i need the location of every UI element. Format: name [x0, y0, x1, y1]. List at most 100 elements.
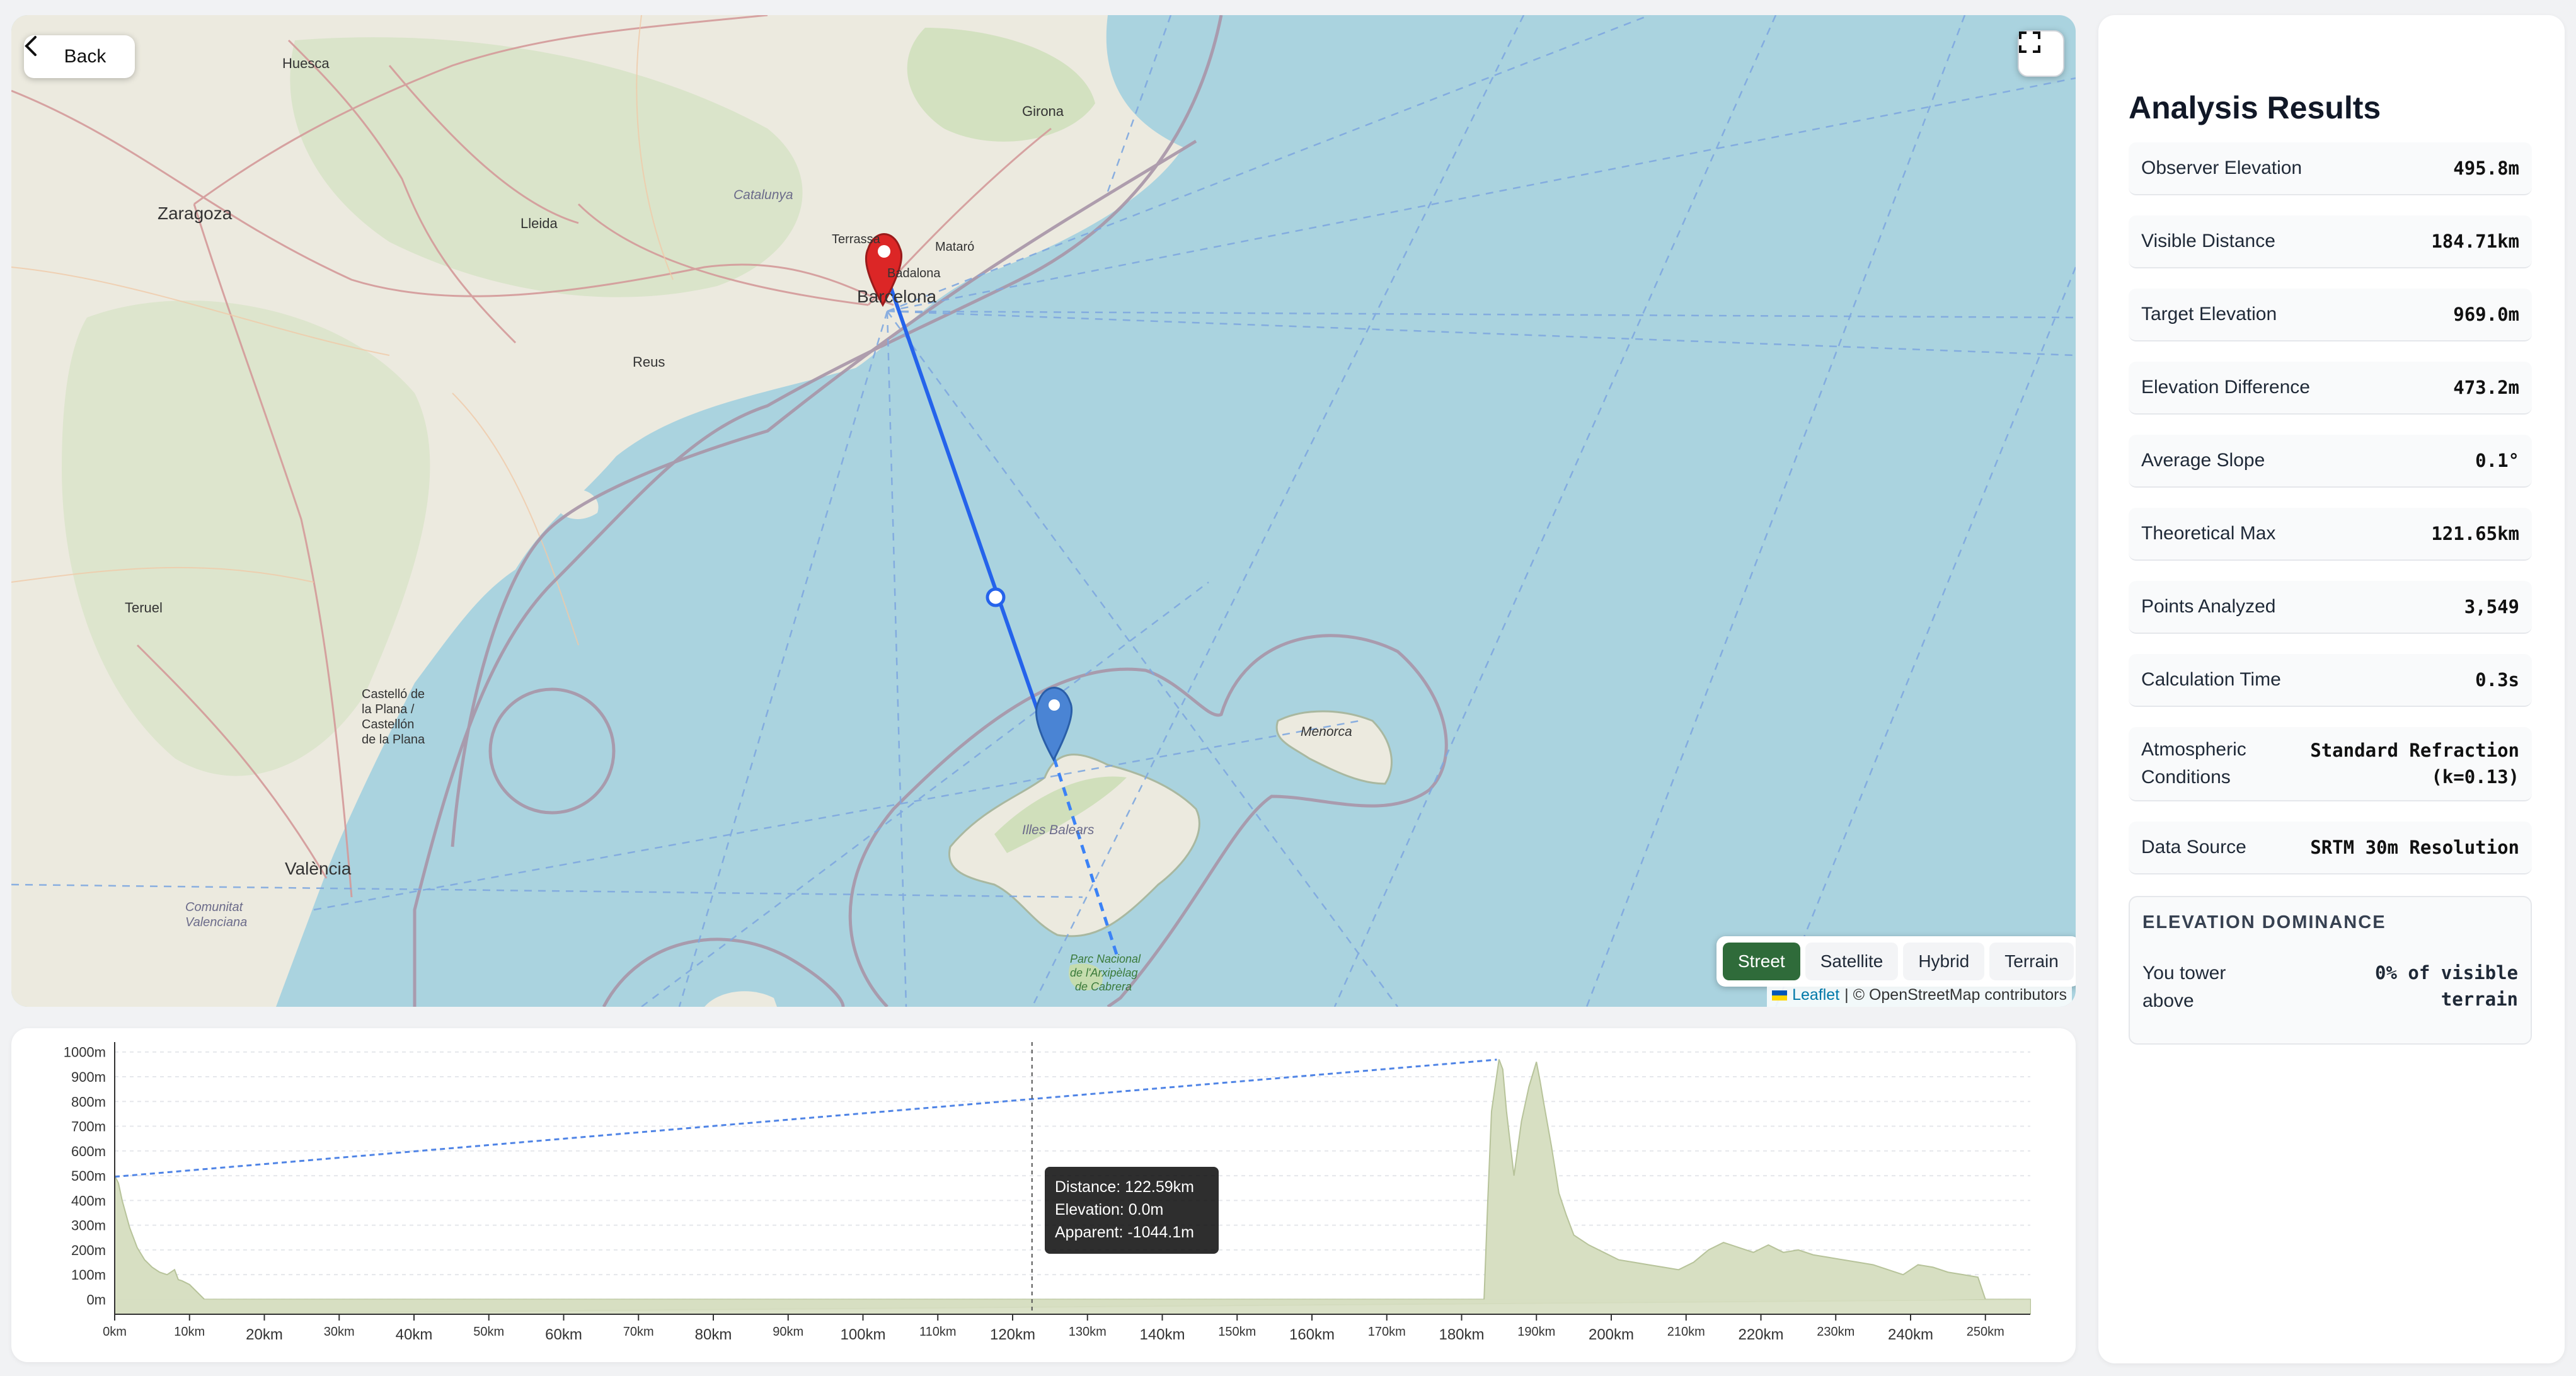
y-tick-label: 0m — [86, 1292, 106, 1307]
x-tick-label: 170km — [1368, 1325, 1406, 1339]
x-tick-label: 250km — [1967, 1325, 2004, 1339]
stat-data-source: Data Source SRTM 30m Resolution — [2129, 822, 2532, 874]
tooltip-elevation: Elevation: 0.0m — [1055, 1201, 1164, 1218]
fullscreen-button[interactable] — [2018, 30, 2064, 77]
y-tick-label: 200m — [71, 1242, 106, 1258]
stat-average-slope: Average Slope 0.1° — [2129, 435, 2532, 488]
island-ibiza — [704, 991, 777, 1007]
x-tick-label: 80km — [695, 1326, 732, 1343]
layer-button-hybrid[interactable]: Hybrid — [1903, 943, 1985, 980]
x-tick-label: 40km — [396, 1326, 433, 1343]
x-tick-label: 240km — [1888, 1326, 1933, 1343]
y-tick-label: 600m — [71, 1144, 106, 1159]
layer-button-street[interactable]: Street — [1723, 943, 1800, 980]
place-label: Castelló de — [362, 687, 425, 701]
x-tick-label: 10km — [174, 1325, 205, 1339]
place-label: Castellón — [362, 718, 414, 731]
stat-atmospheric-conditions: Atmospheric Conditions Standard Refracti… — [2129, 727, 2532, 801]
layer-button-terrain[interactable]: Terrain — [1989, 943, 2074, 980]
place-label: Barcelona — [857, 287, 937, 306]
stat-elevation-difference: Elevation Difference 473.2m — [2129, 362, 2532, 415]
x-tick-label: 60km — [545, 1326, 582, 1343]
map-tiles: Huesca Zaragoza Girona Lleida Catalunya … — [11, 15, 2076, 1007]
place-label: Zaragoza — [158, 204, 233, 223]
x-tick-label: 180km — [1439, 1326, 1484, 1343]
stat-visible-distance: Visible Distance 184.71km — [2129, 215, 2532, 268]
place-label: de la Plana — [362, 733, 425, 747]
tooltip-distance: Distance: 122.59km — [1055, 1178, 1194, 1196]
y-tick-label: 500m — [71, 1168, 106, 1184]
place-label: de l'Arxipèlag — [1070, 966, 1138, 979]
place-label: de Cabrera — [1075, 980, 1132, 993]
elevation-dominance-card: ELEVATION DOMINANCE You tower above 0% o… — [2129, 896, 2532, 1045]
stat-target-elevation: Target Elevation 969.0m — [2129, 289, 2532, 341]
stat-calculation-time: Calculation Time 0.3s — [2129, 654, 2532, 707]
y-tick-label: 700m — [71, 1119, 106, 1135]
place-label: Reus — [633, 354, 665, 370]
x-tick-label: 210km — [1667, 1325, 1705, 1339]
x-tick-label: 90km — [773, 1325, 803, 1339]
stat-theoretical-max: Theoretical Max 121.65km — [2129, 508, 2532, 561]
place-label: Mataró — [935, 240, 974, 254]
ukraine-flag-icon — [1772, 990, 1788, 1000]
y-tick-label: 100m — [71, 1267, 106, 1283]
y-tick-label: 400m — [71, 1193, 106, 1208]
x-tick-label: 20km — [246, 1326, 283, 1343]
chart-tooltip: Distance: 122.59km Elevation: 0.0m Appar… — [1045, 1167, 1219, 1254]
midpoint-handle — [986, 587, 1006, 607]
map-view[interactable]: Huesca Zaragoza Girona Lleida Catalunya … — [11, 15, 2076, 1007]
analysis-sidebar: Analysis Results Observer Elevation 495.… — [2098, 15, 2565, 1363]
place-label: Catalunya — [733, 188, 793, 202]
leaflet-link[interactable]: Leaflet — [1792, 986, 1839, 1004]
x-tick-label: 0km — [103, 1325, 127, 1339]
x-tick-label: 110km — [919, 1325, 957, 1339]
place-label: Parc Nacional — [1070, 953, 1141, 965]
sight-line-visible — [885, 277, 1056, 759]
y-tick-label: 300m — [71, 1218, 106, 1234]
place-label: la Plana / — [362, 702, 415, 716]
place-label: Terrassa — [832, 232, 881, 246]
land-delta — [553, 488, 599, 519]
x-tick-label: 30km — [324, 1325, 355, 1339]
x-tick-label: 200km — [1589, 1326, 1634, 1343]
target-marker-icon — [1035, 687, 1073, 762]
back-label: Back — [64, 46, 106, 67]
x-tick-label: 70km — [623, 1325, 654, 1339]
elevation-profile-chart[interactable]: 0km 10km 20km 30km 40km 50km 60km 70km 80km 90km 1… — [11, 1028, 2076, 1362]
y-tick-label: 800m — [71, 1094, 106, 1109]
dominance-label: You tower above — [2142, 963, 2226, 1011]
stat-observer-elevation: Observer Elevation 495.8m — [2129, 142, 2532, 195]
island-menorca — [1275, 710, 1393, 785]
x-tick-label: 190km — [1517, 1325, 1555, 1339]
map-layer-switcher: Street Satellite Hybrid Terrain — [1716, 936, 2076, 987]
place-label: Illes Balears — [1022, 823, 1095, 837]
x-tick-label: 150km — [1218, 1325, 1256, 1339]
stat-points-analyzed: Points Analyzed 3,549 — [2129, 581, 2532, 634]
base-band — [115, 1299, 2030, 1314]
back-button[interactable]: Back — [24, 35, 135, 78]
x-tick-label: 130km — [1069, 1325, 1107, 1339]
x-tick-label: 220km — [1738, 1326, 1783, 1343]
place-label: Badalona — [887, 267, 941, 280]
atmospheric-value-line2: (k=0.13) — [2431, 766, 2519, 788]
attribution-text: | © OpenStreetMap contributors — [1844, 986, 2067, 1004]
x-tick-label: 100km — [840, 1326, 885, 1343]
layer-button-satellite[interactable]: Satellite — [1805, 943, 1899, 980]
map-attribution: Leaflet | © OpenStreetMap contributors — [1767, 983, 2072, 1007]
place-label: Comunitat — [185, 900, 244, 914]
place-label: València — [285, 859, 352, 878]
place-label: Lleida — [520, 215, 558, 231]
place-label: Valenciana — [185, 915, 247, 929]
x-tick-label: 160km — [1289, 1326, 1335, 1343]
y-tick-label: 900m — [71, 1069, 106, 1085]
x-tick-label: 140km — [1139, 1326, 1185, 1343]
place-label: Teruel — [125, 600, 163, 616]
x-tick-label: 230km — [1817, 1325, 1854, 1339]
x-tick-label: 50km — [473, 1325, 504, 1339]
x-tick-label: 120km — [990, 1326, 1035, 1343]
atmospheric-value-line1: Standard Refraction — [2310, 740, 2519, 761]
tooltip-apparent: Apparent: -1044.1m — [1055, 1224, 1194, 1241]
y-tick-label: 1000m — [64, 1045, 106, 1060]
place-label: Girona — [1022, 103, 1064, 119]
elevation-profile-panel: 0km 10km 20km 30km 40km 50km 60km 70km 80km 90km 1… — [11, 1028, 2076, 1362]
